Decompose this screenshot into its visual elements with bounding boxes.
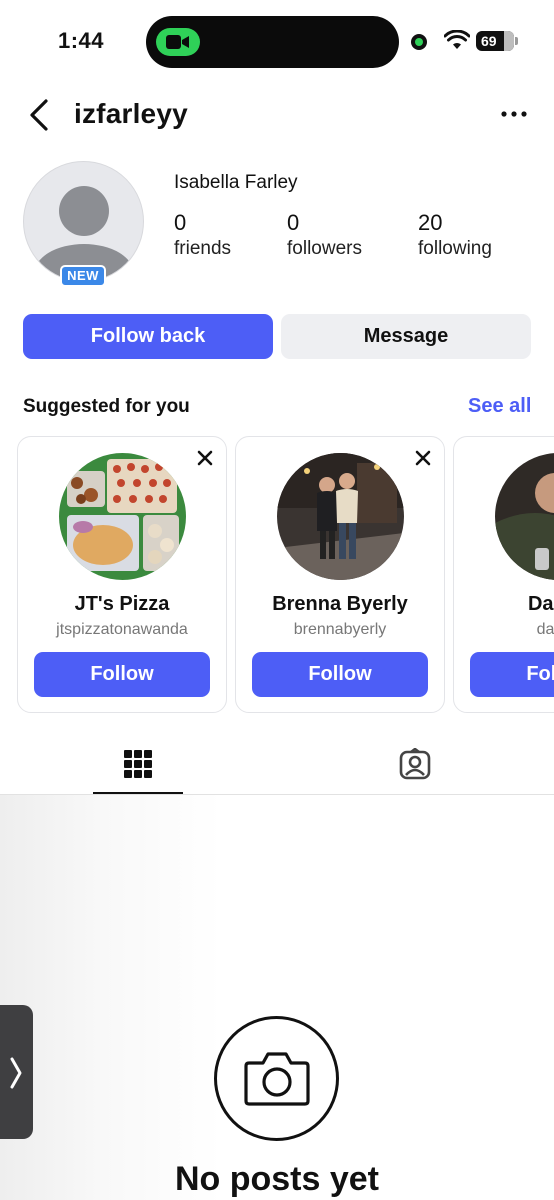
avatar-placeholder[interactable] (23, 161, 144, 282)
back-chevron-icon[interactable] (24, 98, 56, 132)
facetime-camera-icon (156, 28, 200, 56)
suggestion-name: JT's Pizza (74, 593, 170, 615)
suggestion-handle: daniel (536, 621, 554, 638)
suggestion-card[interactable]: Brenna Byerly brennabyerly Follow (235, 436, 445, 713)
suggestion-card[interactable]: Daniel daniel Follow (453, 436, 554, 713)
tab-posts-grid[interactable] (93, 740, 183, 795)
stat-friends[interactable]: 0 friends (174, 210, 231, 260)
status-time: 1:44 (58, 28, 105, 53)
camera-icon (244, 1052, 310, 1106)
suggestion-card[interactable]: JT's Pizza jtspizzatonawanda Follow (17, 436, 227, 713)
suggestion-handle: jtspizzatonawanda (56, 621, 188, 638)
follow-button[interactable]: Follow (34, 652, 210, 697)
side-panel-handle[interactable] (0, 1005, 33, 1139)
battery-level: 69 (481, 33, 497, 49)
grid-icon (124, 750, 152, 778)
camera-in-use-indicator (411, 34, 427, 50)
suggestion-name: Brenna Byerly (272, 593, 408, 615)
stat-following[interactable]: 20 following (418, 210, 492, 260)
couple-profile-photo[interactable] (277, 453, 404, 580)
stat-value: 0 (174, 210, 187, 235)
tab-tagged[interactable] (370, 740, 460, 795)
tagged-person-icon (399, 748, 431, 780)
profile-full-name: Isabella Farley (174, 172, 298, 193)
stat-value: 0 (287, 210, 300, 235)
person-profile-photo[interactable] (495, 453, 554, 580)
dismiss-icon[interactable] (414, 449, 432, 467)
stat-value: 20 (418, 210, 443, 235)
stat-label: friends (174, 238, 232, 259)
follow-button[interactable]: Follow (470, 652, 554, 697)
suggestion-handle: brennabyerly (293, 621, 387, 638)
battery-empty-area (504, 31, 514, 51)
new-badge: NEW (60, 265, 106, 287)
follow-back-button[interactable]: Follow back (23, 314, 273, 359)
more-options-icon[interactable] (498, 104, 530, 124)
empty-state-text: No posts yet (174, 1160, 380, 1198)
empty-state-camera (214, 1016, 339, 1141)
profile-username: izfarleyy (74, 98, 188, 129)
pizza-profile-photo[interactable] (59, 453, 186, 580)
battery-icon: 69 (476, 31, 518, 51)
stat-label: followers (287, 238, 362, 259)
stat-label: following (418, 238, 492, 259)
suggested-title: Suggested for you (23, 396, 190, 417)
profile-screen: 1:44 69 izfarleyy NEW Isabella Farley 0 … (0, 0, 554, 1200)
chevron-right-icon (10, 1057, 22, 1089)
dismiss-icon[interactable] (196, 449, 214, 467)
suggestion-name: Daniel (527, 593, 554, 615)
wifi-icon (444, 30, 470, 49)
stat-followers[interactable]: 0 followers (287, 210, 362, 260)
follow-button[interactable]: Follow (252, 652, 428, 697)
dynamic-island[interactable] (146, 16, 399, 68)
message-button[interactable]: Message (281, 314, 531, 359)
see-all-link[interactable]: See all (468, 395, 531, 418)
avatar-head (59, 186, 109, 236)
